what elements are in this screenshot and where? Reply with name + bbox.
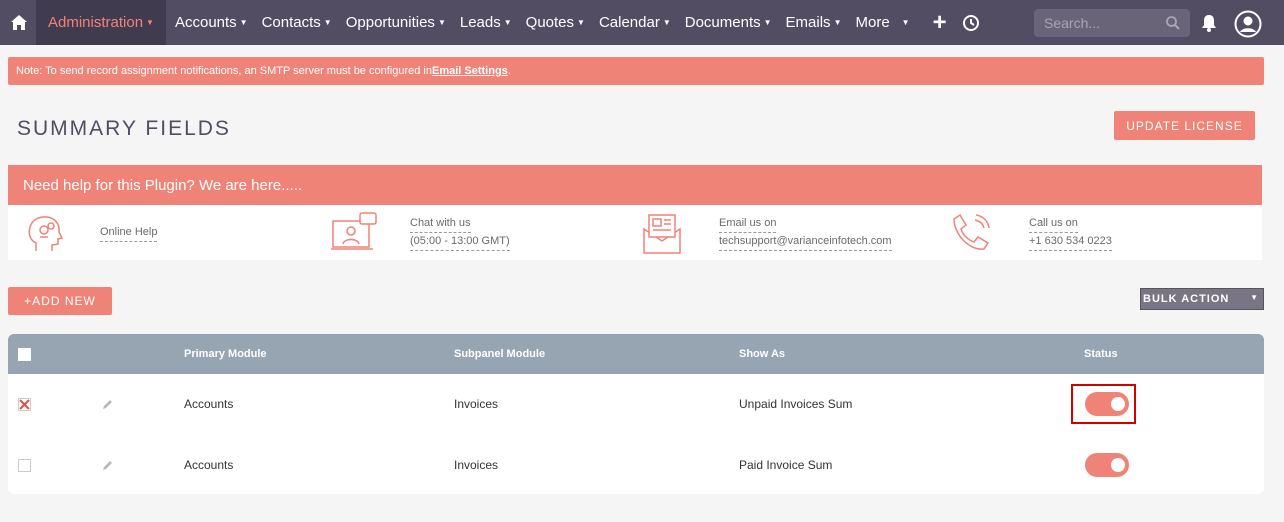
support-email-link[interactable]: techsupport@varianceinfotech.com bbox=[719, 233, 892, 251]
header-show-as[interactable]: Show As bbox=[739, 334, 785, 374]
show-as-cell: Paid Invoice Sum bbox=[739, 458, 833, 472]
nav-item-administration[interactable]: Administration ▼ bbox=[36, 0, 166, 45]
email-settings-link[interactable]: Email Settings bbox=[432, 65, 508, 77]
chevron-down-icon: ▼ bbox=[833, 18, 842, 27]
select-all-cell bbox=[18, 334, 31, 374]
call-label: Call us on bbox=[1029, 215, 1078, 233]
row-select-cell bbox=[18, 435, 31, 494]
edit-icon[interactable] bbox=[102, 374, 114, 434]
nav-label: More bbox=[855, 14, 890, 31]
home-icon[interactable] bbox=[4, 0, 34, 45]
row-select-cell bbox=[18, 374, 31, 434]
user-icon[interactable] bbox=[1234, 10, 1262, 43]
nav-label: Documents bbox=[684, 14, 761, 31]
nav-label: Opportunities bbox=[345, 14, 435, 31]
search-icon[interactable] bbox=[1166, 16, 1180, 30]
chat-item[interactable]: Chat with us (05:00 - 13:00 GMT) bbox=[330, 205, 510, 260]
nav-item-calendar[interactable]: Calendar ▼ bbox=[592, 0, 678, 45]
chevron-down-icon: ▼ bbox=[763, 18, 772, 27]
bulk-action-dropdown[interactable]: BULK ACTION ▼ bbox=[1140, 288, 1264, 310]
subpanel-module-cell: Invoices bbox=[454, 458, 499, 472]
chevron-down-icon: ▼ bbox=[323, 18, 332, 27]
support-phone-link[interactable]: +1 630 534 0223 bbox=[1029, 233, 1112, 251]
highlight-box bbox=[1071, 384, 1136, 424]
chevron-down-icon: ▼ bbox=[239, 18, 248, 27]
search-input[interactable] bbox=[1044, 15, 1164, 31]
chevron-down-icon: ▼ bbox=[146, 18, 154, 27]
nav-item-quotes[interactable]: Quotes ▼ bbox=[519, 0, 592, 45]
chat-hours: (05:00 - 13:00 GMT) bbox=[410, 233, 510, 251]
phone-icon bbox=[953, 213, 990, 250]
plus-icon[interactable]: + bbox=[929, 9, 951, 37]
help-panel: Online Help Chat with us (05:00 - 13:00 … bbox=[8, 205, 1262, 260]
chevron-down-icon: ▼ bbox=[901, 18, 910, 27]
online-help-link[interactable]: Online Help bbox=[100, 224, 158, 242]
chevron-down-icon: ▼ bbox=[662, 18, 671, 27]
header-primary-module[interactable]: Primary Module bbox=[184, 334, 267, 374]
status-toggle[interactable] bbox=[1085, 453, 1129, 477]
nav-item-opportunities[interactable]: Opportunities ▼ bbox=[339, 0, 453, 45]
nav-item-more[interactable]: More ▼ bbox=[848, 0, 916, 45]
status-cell bbox=[1085, 435, 1129, 494]
history-icon[interactable] bbox=[961, 13, 981, 33]
header-subpanel-module[interactable]: Subpanel Module bbox=[454, 334, 545, 374]
row-checkbox[interactable] bbox=[18, 458, 31, 472]
envelope-icon bbox=[643, 213, 681, 254]
row-checkbox[interactable] bbox=[18, 397, 31, 411]
nav-label: Emails bbox=[785, 14, 831, 31]
chevron-down-icon: ▼ bbox=[1250, 293, 1259, 302]
table-row: Accounts Invoices Paid Invoice Sum bbox=[8, 435, 1264, 494]
notice-suffix: . bbox=[507, 65, 511, 77]
chat-icon bbox=[331, 211, 377, 250]
nav-item-contacts[interactable]: Contacts ▼ bbox=[255, 0, 339, 45]
nav-item-emails[interactable]: Emails ▼ bbox=[779, 0, 849, 45]
update-license-button[interactable]: UPDATE LICENSE bbox=[1114, 111, 1255, 140]
nav-label: Leads bbox=[459, 14, 501, 31]
help-heading: Need help for this Plugin? We are here..… bbox=[8, 165, 1262, 205]
head-gears-icon bbox=[28, 215, 64, 251]
notice-text: Note: To send record assignment notifica… bbox=[16, 65, 432, 77]
toggle-knob bbox=[1111, 458, 1125, 472]
primary-module-cell: Accounts bbox=[184, 397, 234, 411]
table-header: Primary Module Subpanel Module Show As S… bbox=[8, 334, 1264, 374]
bulk-action-label: BULK ACTION bbox=[1143, 293, 1230, 305]
email-label: Email us on bbox=[719, 215, 777, 233]
chat-label: Chat with us bbox=[410, 215, 471, 233]
search-box[interactable] bbox=[1034, 9, 1190, 37]
online-help-item[interactable]: Online Help bbox=[22, 205, 158, 260]
nav-label: Accounts bbox=[174, 14, 237, 31]
chevron-down-icon: ▼ bbox=[577, 18, 585, 27]
nav-label: Calendar bbox=[598, 14, 660, 31]
nav-label: Quotes bbox=[525, 14, 575, 31]
email-item[interactable]: Email us on techsupport@varianceinfotech… bbox=[640, 205, 892, 260]
subpanel-module-cell: Invoices bbox=[454, 397, 499, 411]
call-item[interactable]: Call us on +1 630 534 0223 bbox=[948, 205, 1112, 260]
edit-icon[interactable] bbox=[102, 435, 114, 494]
page-title: SUMMARY FIELDS bbox=[17, 117, 231, 140]
nav-item-accounts[interactable]: Accounts ▼ bbox=[168, 0, 255, 45]
select-all-checkbox[interactable] bbox=[18, 347, 31, 361]
smtp-notice: Note: To send record assignment notifica… bbox=[8, 57, 1264, 85]
bell-icon[interactable] bbox=[1200, 13, 1218, 38]
nav-item-documents[interactable]: Documents ▼ bbox=[678, 0, 779, 45]
checked-x-icon bbox=[19, 398, 30, 410]
primary-module-cell: Accounts bbox=[184, 458, 234, 472]
chevron-down-icon: ▼ bbox=[437, 18, 446, 27]
chevron-down-icon: ▼ bbox=[503, 18, 512, 27]
header-status[interactable]: Status bbox=[1084, 334, 1118, 374]
nav-item-leads[interactable]: Leads ▼ bbox=[453, 0, 519, 45]
nav-label: Contacts bbox=[261, 14, 321, 31]
nav-label: Administration bbox=[48, 14, 144, 31]
add-new-button[interactable]: +ADD NEW bbox=[8, 287, 112, 315]
show-as-cell: Unpaid Invoices Sum bbox=[739, 397, 853, 411]
